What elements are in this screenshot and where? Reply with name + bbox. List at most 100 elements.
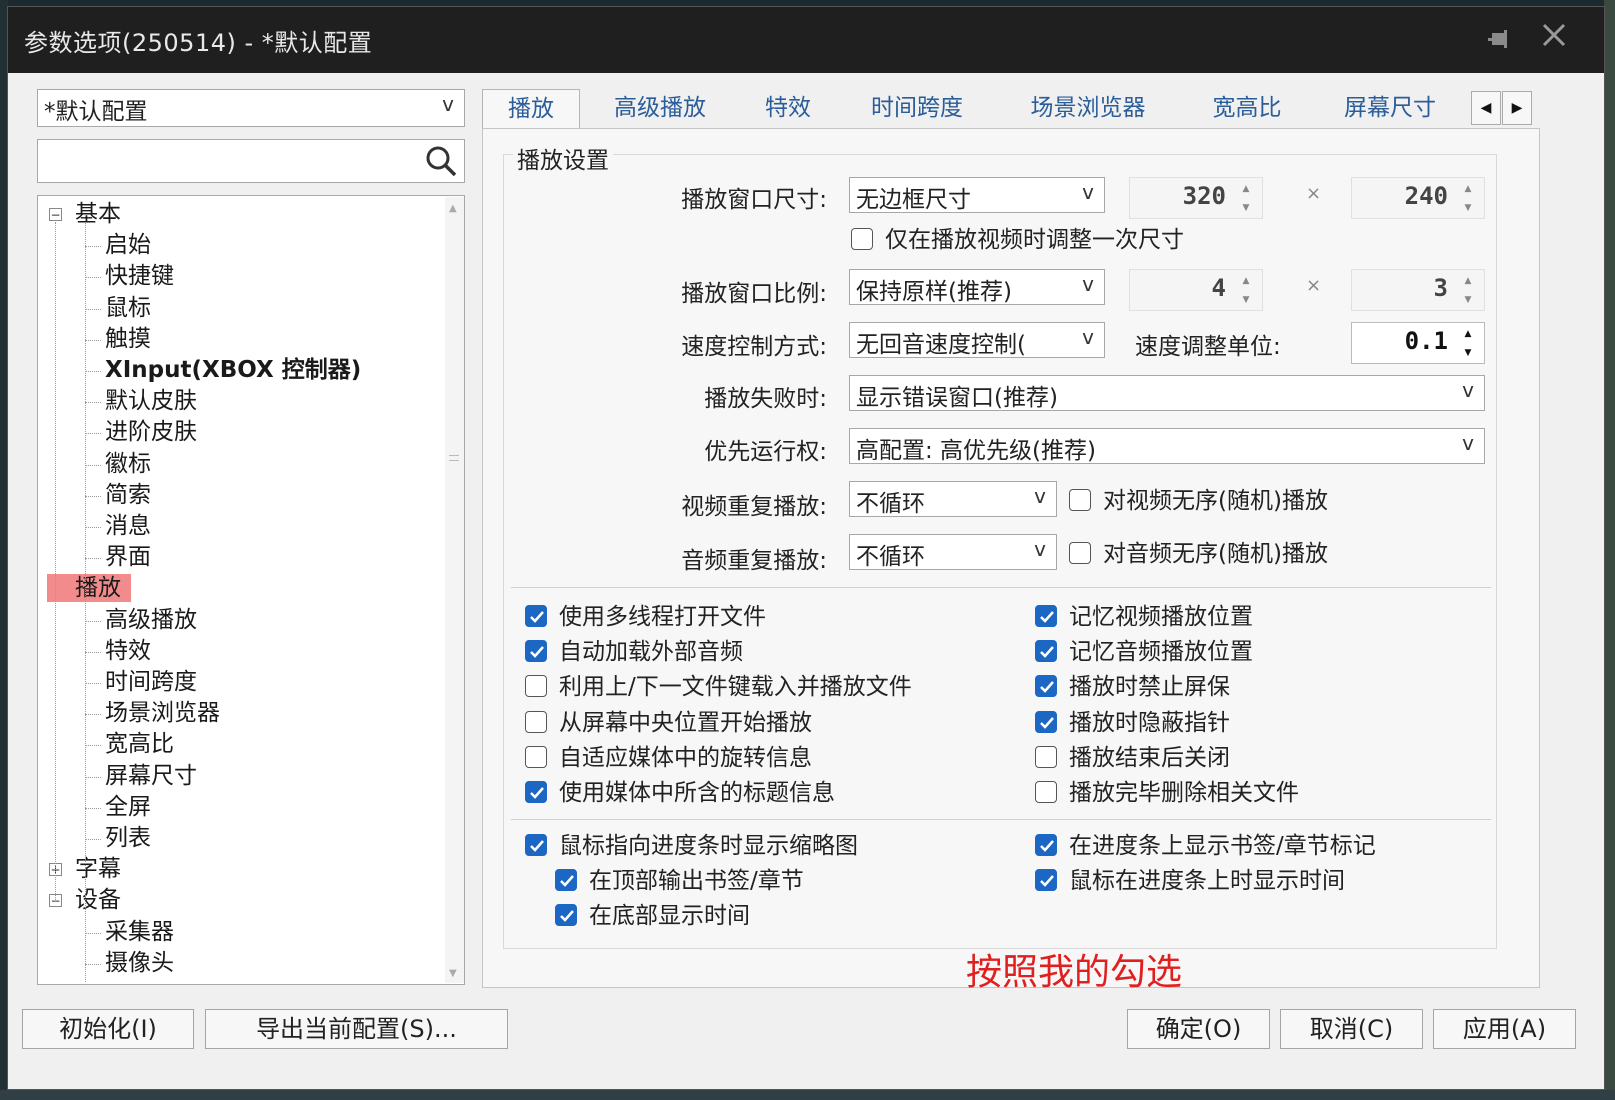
ratio-select[interactable]: 保持原样(推荐) v	[849, 269, 1105, 305]
tree-item[interactable]: 字幕	[75, 855, 121, 883]
checkbox-box[interactable]	[525, 640, 547, 663]
options-dialog: 参数选项(250514) - *默认配置 *默认配置 v ▲ ▼ − 基本启始快捷…	[7, 6, 1605, 1090]
tab[interactable]: 宽高比	[1192, 89, 1302, 129]
tree-item[interactable]: XInput(XBOX 控制器)	[105, 356, 361, 384]
tree-item[interactable]: 默认皮肤	[105, 387, 197, 415]
spin-down-icon[interactable]: ▼	[1456, 291, 1480, 309]
spin-down-icon[interactable]: ▼	[1456, 199, 1480, 217]
tree-item[interactable]: 消息	[105, 512, 151, 540]
settings-tree[interactable]: ▲ ▼ − 基本启始快捷键鼠标触摸 XInput(XBOX 控制器) 默认皮肤进阶皮肤…	[37, 195, 465, 985]
export-config-button[interactable]: 导出当前配置(S)...	[205, 1009, 508, 1049]
tab-next-button[interactable]: ▶	[1502, 91, 1532, 125]
tree-item[interactable]: 高级播放	[105, 606, 197, 634]
spin-down-icon[interactable]: ▼	[1234, 291, 1258, 309]
tab[interactable]: 播放	[482, 89, 580, 129]
ok-button[interactable]: 确定(O)	[1127, 1009, 1270, 1049]
tab[interactable]: 屏幕尺寸	[1316, 89, 1464, 129]
tab[interactable]: 场景浏览器	[1002, 89, 1174, 129]
pin-icon[interactable]	[1486, 27, 1514, 53]
ratio-height-spinner[interactable]: 3 ▲ ▼	[1351, 269, 1485, 311]
spin-up-icon[interactable]: ▲	[1456, 325, 1480, 343]
spin-up-icon[interactable]: ▲	[1456, 272, 1480, 290]
tree-item[interactable]: 触摸	[105, 325, 151, 353]
scroll-up-icon[interactable]: ▲	[449, 203, 457, 214]
tree-connector	[85, 339, 101, 341]
checkbox-box[interactable]	[1035, 834, 1057, 856]
tree-item[interactable]: 快捷键	[105, 262, 174, 290]
checkbox-box[interactable]	[1035, 605, 1057, 627]
title-bar[interactable]: 参数选项(250514) - *默认配置	[8, 7, 1604, 73]
window-size-select[interactable]: 无边框尺寸 v	[849, 177, 1105, 213]
tree-item[interactable]: 屏幕尺寸	[105, 762, 197, 790]
tree-item[interactable]: 全屏	[105, 793, 151, 821]
search-input[interactable]	[37, 139, 465, 183]
spin-up-icon[interactable]: ▲	[1234, 180, 1258, 198]
video-repeat-select[interactable]: 不循环 v	[849, 481, 1057, 517]
checkbox-box[interactable]	[525, 745, 547, 768]
checkbox-box[interactable]	[1069, 542, 1091, 564]
tab[interactable]: 特效	[744, 89, 832, 129]
checkbox-box[interactable]	[555, 904, 577, 926]
checkbox-box[interactable]	[1035, 745, 1057, 768]
checkbox-box[interactable]	[1035, 869, 1057, 891]
speed-unit-spinner[interactable]: 0.1 ▲ ▼	[1351, 322, 1485, 364]
tab[interactable]: 时间跨度	[844, 89, 990, 129]
spin-down-icon[interactable]: ▼	[1234, 199, 1258, 217]
spin-up-icon[interactable]: ▲	[1456, 180, 1480, 198]
fail-action-select[interactable]: 显示错误窗口(推荐) v	[849, 375, 1485, 411]
tab[interactable]: 高级播放	[590, 89, 730, 129]
checkbox-box[interactable]	[525, 710, 547, 733]
search-icon[interactable]	[424, 144, 458, 178]
tree-item[interactable]: 简索	[105, 481, 151, 509]
init-button[interactable]: 初始化(I)	[22, 1009, 194, 1049]
tree-item[interactable]: 基本	[75, 200, 121, 228]
tree-item[interactable]: 场景浏览器	[105, 699, 220, 727]
tree-item[interactable]: 鼠标	[105, 294, 151, 322]
apply-button[interactable]: 应用(A)	[1433, 1009, 1576, 1049]
tree-item[interactable]: 界面	[105, 543, 151, 571]
tree-item[interactable]: 列表	[105, 824, 151, 852]
tree-item[interactable]: 徽标	[105, 450, 151, 478]
tree-item[interactable]: 设备	[75, 886, 121, 914]
tree-scrollbar[interactable]: ▲ ▼	[445, 197, 464, 983]
scroll-down-icon[interactable]: ▼	[449, 968, 457, 979]
ratio-width-spinner[interactable]: 4 ▲ ▼	[1129, 269, 1263, 311]
audio-repeat-select[interactable]: 不循环 v	[849, 534, 1057, 570]
width-spinner[interactable]: 320 ▲ ▼	[1129, 177, 1263, 219]
option-label: 记忆音频播放位置	[1069, 639, 1253, 666]
tree-item[interactable]: 时间跨度	[105, 668, 197, 696]
checkbox-box[interactable]	[525, 781, 547, 803]
tree-item[interactable]: 摄像头	[105, 949, 174, 977]
spin-up-icon[interactable]: ▲	[1234, 272, 1258, 290]
tree-item[interactable]: 播放	[47, 574, 131, 603]
tab-prev-button[interactable]: ◀	[1471, 91, 1501, 125]
option-label: 自动加载外部音频	[559, 639, 743, 666]
close-icon[interactable]	[1538, 21, 1570, 53]
checkbox-box[interactable]	[1069, 489, 1091, 511]
scroll-grip[interactable]	[449, 455, 459, 461]
priority-select[interactable]: 高配置: 高优先级(推荐) v	[849, 428, 1485, 464]
tree-item[interactable]: 采集器	[105, 918, 174, 946]
option-label: 使用媒体中所含的标题信息	[559, 780, 835, 806]
checkbox-box[interactable]	[1035, 710, 1057, 733]
window-size-label: 播放窗口尺寸:	[681, 187, 827, 213]
checkbox-box[interactable]	[525, 675, 547, 698]
checkbox-box[interactable]	[1035, 675, 1057, 698]
tree-item[interactable]: 特效	[105, 637, 151, 665]
checkbox-box[interactable]	[525, 834, 547, 856]
tree-item[interactable]: 启始	[105, 231, 151, 259]
cancel-button[interactable]: 取消(C)	[1280, 1009, 1423, 1049]
spin-down-icon[interactable]: ▼	[1456, 344, 1480, 362]
collapse-icon[interactable]: −	[49, 208, 62, 221]
height-spinner[interactable]: 240 ▲ ▼	[1351, 177, 1485, 219]
tree-item[interactable]: 宽高比	[105, 730, 174, 758]
checkbox-box[interactable]	[525, 605, 547, 627]
checkbox-box[interactable]	[851, 228, 873, 250]
checkbox-box[interactable]	[1035, 640, 1057, 663]
checkbox-box[interactable]	[1035, 781, 1057, 803]
speed-mode-select[interactable]: 无回音速度控制( v	[849, 322, 1105, 358]
ratio-height-value: 3	[1433, 274, 1448, 302]
checkbox-box[interactable]	[555, 869, 577, 891]
profile-select[interactable]: *默认配置 v	[37, 89, 465, 127]
tree-item[interactable]: 进阶皮肤	[105, 418, 197, 446]
